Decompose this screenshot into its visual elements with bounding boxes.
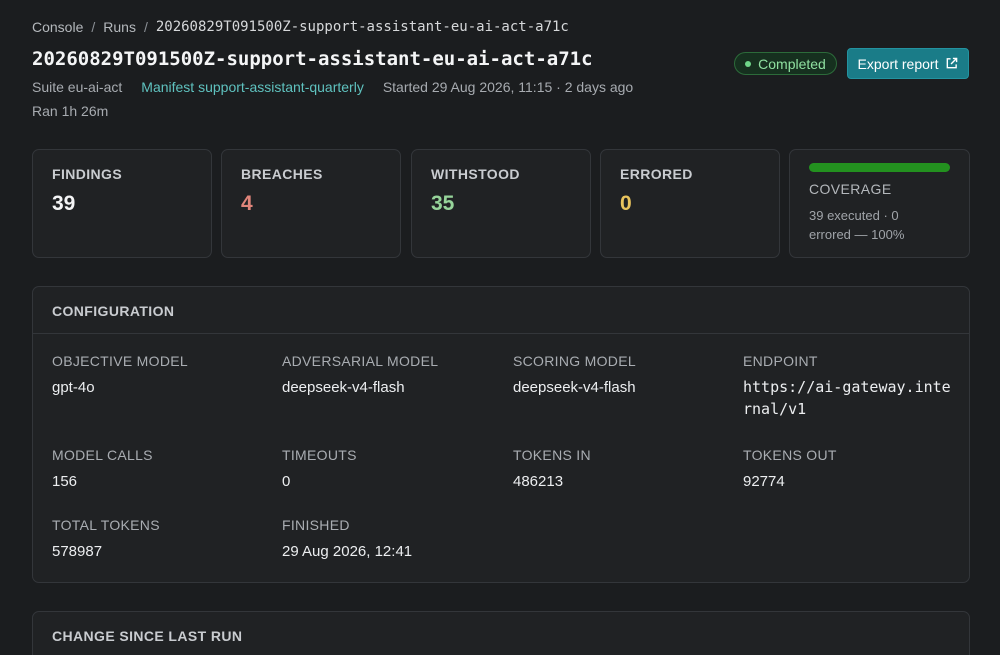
breadcrumb-current: 20260829T091500Z-support-assistant-eu-ai… <box>155 19 569 35</box>
objective-model-field: OBJECTIVE MODEL gpt-4o <box>52 353 188 396</box>
field-value: 0 <box>282 473 291 490</box>
field-value: https://ai-gateway.internal/v1 <box>743 378 951 418</box>
duration-label: Ran 1h 26m <box>32 103 109 119</box>
errored-card: ERRORED 0 <box>600 149 780 258</box>
external-link-icon <box>947 57 958 69</box>
status-badge: Completed <box>734 52 837 75</box>
field-value: 578987 <box>52 543 103 560</box>
coverage-detail: 39 executed · 0 errored — 100% <box>809 208 905 242</box>
coverage-label: COVERAGE <box>809 181 892 197</box>
field-label: TOTAL TOKENS <box>52 517 160 533</box>
export-report-button[interactable]: Export report <box>847 48 969 79</box>
total-tokens-field: TOTAL TOKENS 578987 <box>52 517 160 560</box>
field-label: MODEL CALLS <box>52 447 153 463</box>
field-label: TIMEOUTS <box>282 447 357 463</box>
findings-card: FINDINGS 39 <box>32 149 212 258</box>
run-meta: Suite eu-ai-act Manifest support-assista… <box>32 79 633 95</box>
scoring-model-field: SCORING MODEL deepseek-v4-flash <box>513 353 636 396</box>
status-label: Completed <box>758 55 826 72</box>
breadcrumb-separator: / <box>91 19 96 35</box>
configuration-panel: CONFIGURATION OBJECTIVE MODEL gpt-4o ADV… <box>32 286 970 583</box>
field-label: SCORING MODEL <box>513 353 636 369</box>
adversarial-model-field: ADVERSARIAL MODEL deepseek-v4-flash <box>282 353 438 396</box>
coverage-progress-bar <box>809 163 950 172</box>
field-value: gpt-4o <box>52 379 95 396</box>
field-value: 29 Aug 2026, 12:41 <box>282 543 413 560</box>
findings-label: FINDINGS <box>52 166 123 182</box>
page-title: 20260829T091500Z-support-assistant-eu-ai… <box>32 48 593 70</box>
field-label: TOKENS IN <box>513 447 591 463</box>
breadcrumb: Console / Runs / 20260829T091500Z-suppor… <box>32 19 569 35</box>
tokens-in-field: TOKENS IN 486213 <box>513 447 591 490</box>
change-since-last-run-panel: CHANGE SINCE LAST RUN <box>32 611 970 655</box>
endpoint-field: ENDPOINT https://ai-gateway.internal/v1 <box>743 353 953 420</box>
field-label: ADVERSARIAL MODEL <box>282 353 439 369</box>
field-value: 92774 <box>743 473 785 490</box>
breadcrumb-runs-link[interactable]: Runs <box>103 19 136 35</box>
field-value: 486213 <box>513 473 564 490</box>
errored-label: ERRORED <box>620 166 693 182</box>
breaches-card: BREACHES 4 <box>221 149 401 258</box>
withstood-card: WITHSTOOD 35 <box>411 149 591 258</box>
breaches-value: 4 <box>241 192 253 215</box>
breaches-label: BREACHES <box>241 166 323 182</box>
findings-value: 39 <box>52 192 76 215</box>
tokens-out-field: TOKENS OUT 92774 <box>743 447 837 490</box>
withstood-value: 35 <box>431 192 455 215</box>
field-label: OBJECTIVE MODEL <box>52 353 188 369</box>
withstood-label: WITHSTOOD <box>431 166 520 182</box>
breadcrumb-separator: / <box>143 19 148 35</box>
field-label: ENDPOINT <box>743 353 818 369</box>
change-since-last-run-title: CHANGE SINCE LAST RUN <box>52 628 243 644</box>
coverage-card: COVERAGE 39 executed · 0 errored — 100% <box>789 149 970 258</box>
finished-field: FINISHED 29 Aug 2026, 12:41 <box>282 517 412 560</box>
model-calls-field: MODEL CALLS 156 <box>52 447 153 490</box>
field-label: TOKENS OUT <box>743 447 837 463</box>
manifest-link[interactable]: Manifest support-assistant-quarterly <box>141 79 364 95</box>
timeouts-field: TIMEOUTS 0 <box>282 447 357 490</box>
started-label: Started 29 Aug 2026, 11:15 · 2 days ago <box>382 79 634 95</box>
export-report-label: Export report <box>857 55 939 72</box>
field-value: deepseek-v4-flash <box>282 379 405 396</box>
field-label: FINISHED <box>282 517 350 533</box>
configuration-title: CONFIGURATION <box>33 287 969 334</box>
status-dot-icon <box>745 60 752 67</box>
suite-label: Suite eu-ai-act <box>32 79 123 95</box>
breadcrumb-console-link[interactable]: Console <box>32 19 83 35</box>
field-value: 156 <box>52 473 78 490</box>
coverage-progress-fill <box>809 163 950 172</box>
errored-value: 0 <box>620 192 632 215</box>
field-value: deepseek-v4-flash <box>513 379 636 396</box>
